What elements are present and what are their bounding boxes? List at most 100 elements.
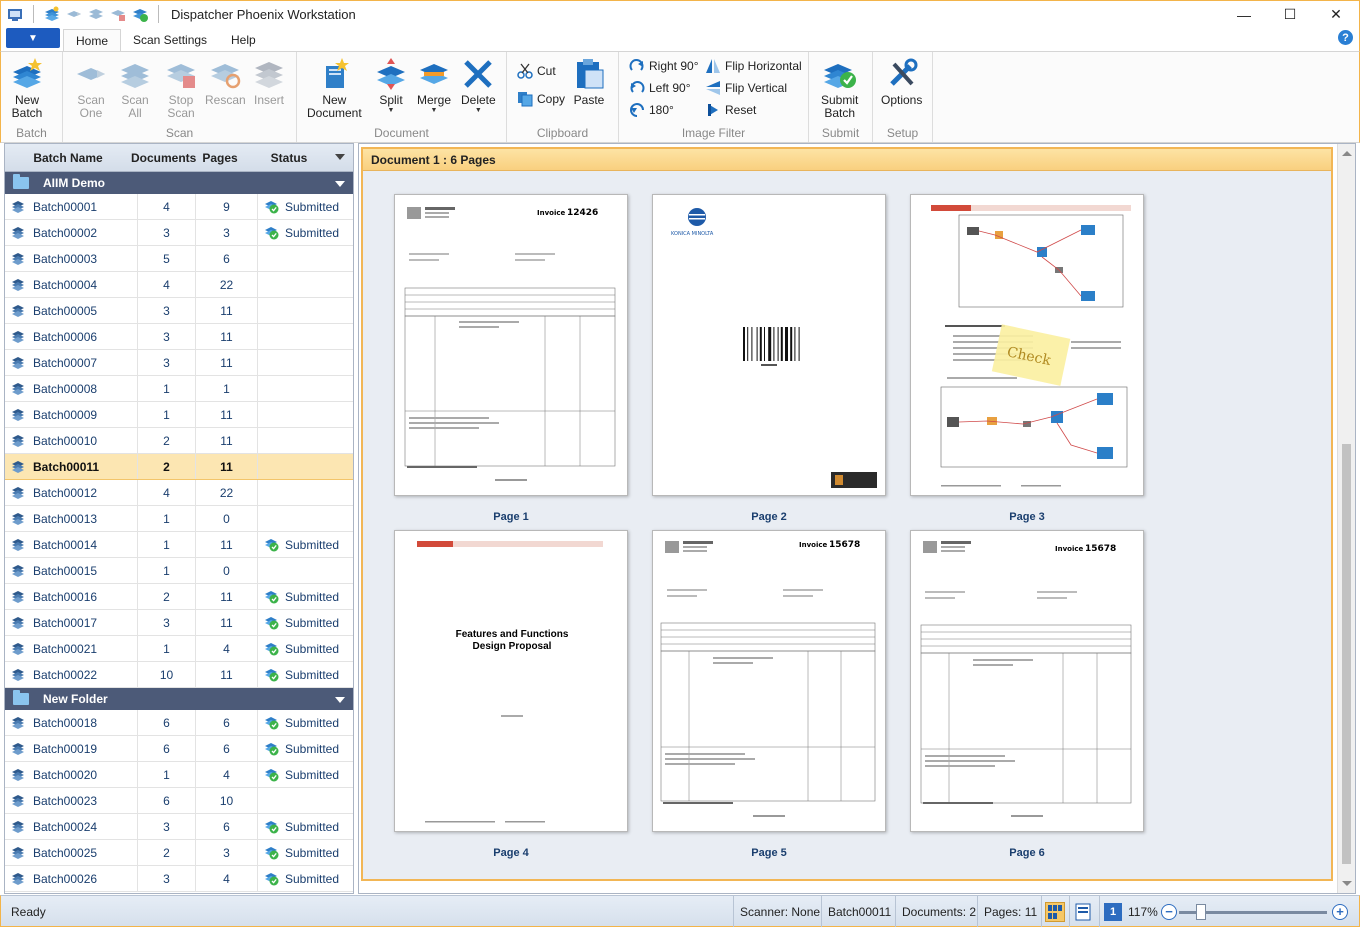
batch-documents: 1 — [137, 532, 195, 557]
chevron-down-icon[interactable] — [335, 181, 345, 187]
folder-row[interactable]: AIIM Demo — [5, 172, 353, 194]
batch-pages: 11 — [195, 298, 257, 323]
scroll-down-icon[interactable] — [1342, 881, 1352, 886]
tab-home[interactable]: Home — [63, 29, 122, 52]
batch-list-panel: Batch Name Documents Pages Status AIIM D… — [4, 143, 354, 894]
tab-scan-settings[interactable]: Scan Settings — [121, 29, 219, 52]
batch-row[interactable]: Batch00024 3 6 Submitted — [5, 814, 353, 840]
flip-horizontal-button[interactable]: Flip Horizontal — [705, 56, 802, 76]
new-batch-button[interactable]: New Batch — [11, 58, 43, 120]
flip-vertical-button[interactable]: Flip Vertical — [705, 78, 787, 98]
application-menu-button[interactable]: ▼ — [6, 28, 60, 48]
page-thumbnail[interactable]: Invoice 15678 — [910, 530, 1144, 832]
zoom-in-button[interactable]: + — [1332, 904, 1348, 920]
column-header-status[interactable]: Status — [251, 151, 327, 165]
scan-all-quick-icon[interactable] — [88, 6, 104, 22]
reset-button[interactable]: Reset — [705, 100, 756, 120]
batch-row[interactable]: Batch00019 6 6 Submitted — [5, 736, 353, 762]
page-thumbnail[interactable]: Check — [910, 194, 1144, 496]
batch-row[interactable]: Batch00017 3 11 Submitted — [5, 610, 353, 636]
page-thumbnail[interactable]: Features and Functions Design Proposal — [394, 530, 628, 832]
batch-row[interactable]: Batch00012 4 22 — [5, 480, 353, 506]
cut-button[interactable]: Cut — [517, 61, 556, 81]
copy-button[interactable]: Copy — [517, 89, 565, 109]
close-button[interactable]: ✕ — [1313, 1, 1359, 28]
rescan-button[interactable]: Rescan — [205, 58, 246, 107]
column-header-documents[interactable]: Documents — [131, 151, 196, 165]
batch-status-cell: Submitted — [257, 584, 353, 609]
minimize-button[interactable]: — — [1221, 1, 1267, 28]
scan-one-button[interactable]: Scan One — [75, 58, 107, 120]
batch-row[interactable]: Batch00014 1 11 Submitted — [5, 532, 353, 558]
batch-row[interactable]: Batch00020 1 4 Submitted — [5, 762, 353, 788]
batch-row[interactable]: Batch00026 3 4 Submitted — [5, 866, 353, 892]
batch-row[interactable]: Batch00003 5 6 — [5, 246, 353, 272]
page-thumbnail[interactable]: KONICA MINOLTA — [652, 194, 886, 496]
column-header-pages[interactable]: Pages — [189, 151, 251, 165]
stop-scan-quick-icon[interactable] — [110, 6, 126, 22]
stop-scan-button[interactable]: Stop Scan — [165, 58, 197, 120]
batch-row[interactable]: Batch00002 3 3 Submitted — [5, 220, 353, 246]
rotate-left-button[interactable]: Left 90° — [629, 78, 691, 98]
chevron-down-icon[interactable] — [335, 154, 345, 160]
page-view-button[interactable] — [1069, 896, 1096, 927]
insert-icon — [253, 58, 285, 90]
batch-documents: 1 — [137, 762, 195, 787]
column-header-batch-name[interactable]: Batch Name — [5, 151, 131, 165]
zoom-out-button[interactable]: − — [1161, 904, 1177, 920]
maximize-button[interactable]: ☐ — [1267, 1, 1313, 28]
page-thumbnail[interactable]: Invoice 12426 — [394, 194, 628, 496]
batch-row[interactable]: Batch00022 10 11 Submitted — [5, 662, 353, 688]
batch-row[interactable]: Batch00018 6 6 Submitted — [5, 710, 353, 736]
zoom-slider-thumb[interactable] — [1196, 904, 1207, 920]
svg-text:Invoice: Invoice — [537, 209, 566, 217]
submit-quick-icon[interactable] — [132, 6, 148, 22]
batch-row[interactable]: Batch00001 4 9 Submitted — [5, 194, 353, 220]
batch-status: Submitted — [285, 615, 340, 630]
rotate-180-button[interactable]: 180° — [629, 100, 674, 120]
batch-name: Batch00015 — [33, 563, 98, 578]
batch-row[interactable]: Batch00023 6 10 — [5, 788, 353, 814]
page-thumbnail[interactable]: Invoice 15678 — [652, 530, 886, 832]
delete-button[interactable]: Delete ▼ — [461, 58, 496, 115]
batch-row[interactable]: Batch00007 3 11 — [5, 350, 353, 376]
batch-row[interactable]: Batch00011 2 11 — [5, 454, 353, 480]
tab-help[interactable]: Help — [219, 29, 268, 52]
help-icon[interactable]: ? — [1338, 30, 1353, 45]
batch-name: Batch00003 — [33, 251, 98, 266]
batch-row[interactable]: Batch00021 1 4 Submitted — [5, 636, 353, 662]
app-icon[interactable] — [7, 6, 23, 22]
batch-row[interactable]: Batch00015 1 0 — [5, 558, 353, 584]
paste-button[interactable]: Paste — [573, 58, 605, 107]
batch-row[interactable]: Batch00005 3 11 — [5, 298, 353, 324]
new-batch-quick-icon[interactable] — [44, 6, 60, 22]
rotate-right-button[interactable]: Right 90° — [629, 56, 699, 76]
submit-batch-button[interactable]: Submit Batch — [821, 58, 858, 120]
new-document-button[interactable]: New Document — [307, 58, 362, 120]
fit-page-icon[interactable]: 1 — [1104, 902, 1122, 921]
folder-row[interactable]: New Folder — [5, 688, 353, 710]
batch-row[interactable]: Batch00004 4 22 — [5, 272, 353, 298]
scan-all-button[interactable]: Scan All — [119, 58, 151, 120]
scrollbar-thumb[interactable] — [1342, 444, 1351, 864]
insert-button[interactable]: Insert — [253, 58, 285, 107]
batch-row[interactable]: Batch00025 2 3 Submitted — [5, 840, 353, 866]
batch-row[interactable]: Batch00006 3 11 — [5, 324, 353, 350]
thumbnail-view-button[interactable] — [1041, 896, 1068, 927]
document-scrollbar[interactable] — [1337, 144, 1355, 893]
document-header[interactable]: Document 1 : 6 Pages — [363, 149, 1331, 171]
split-button[interactable]: Split ▼ — [375, 58, 407, 115]
chevron-down-icon[interactable] — [335, 697, 345, 703]
batch-row[interactable]: Batch00009 1 11 — [5, 402, 353, 428]
batch-row[interactable]: Batch00016 2 11 Submitted — [5, 584, 353, 610]
scroll-up-icon[interactable] — [1342, 151, 1352, 156]
batch-status-cell — [257, 350, 353, 375]
merge-button[interactable]: Merge ▼ — [417, 58, 451, 115]
scan-one-quick-icon[interactable] — [66, 6, 82, 22]
batch-row[interactable]: Batch00010 2 11 — [5, 428, 353, 454]
batch-status: Submitted — [285, 845, 340, 860]
batch-row[interactable]: Batch00013 1 0 — [5, 506, 353, 532]
batch-stack-icon — [11, 200, 25, 214]
options-button[interactable]: Options — [881, 58, 922, 107]
batch-row[interactable]: Batch00008 1 1 — [5, 376, 353, 402]
